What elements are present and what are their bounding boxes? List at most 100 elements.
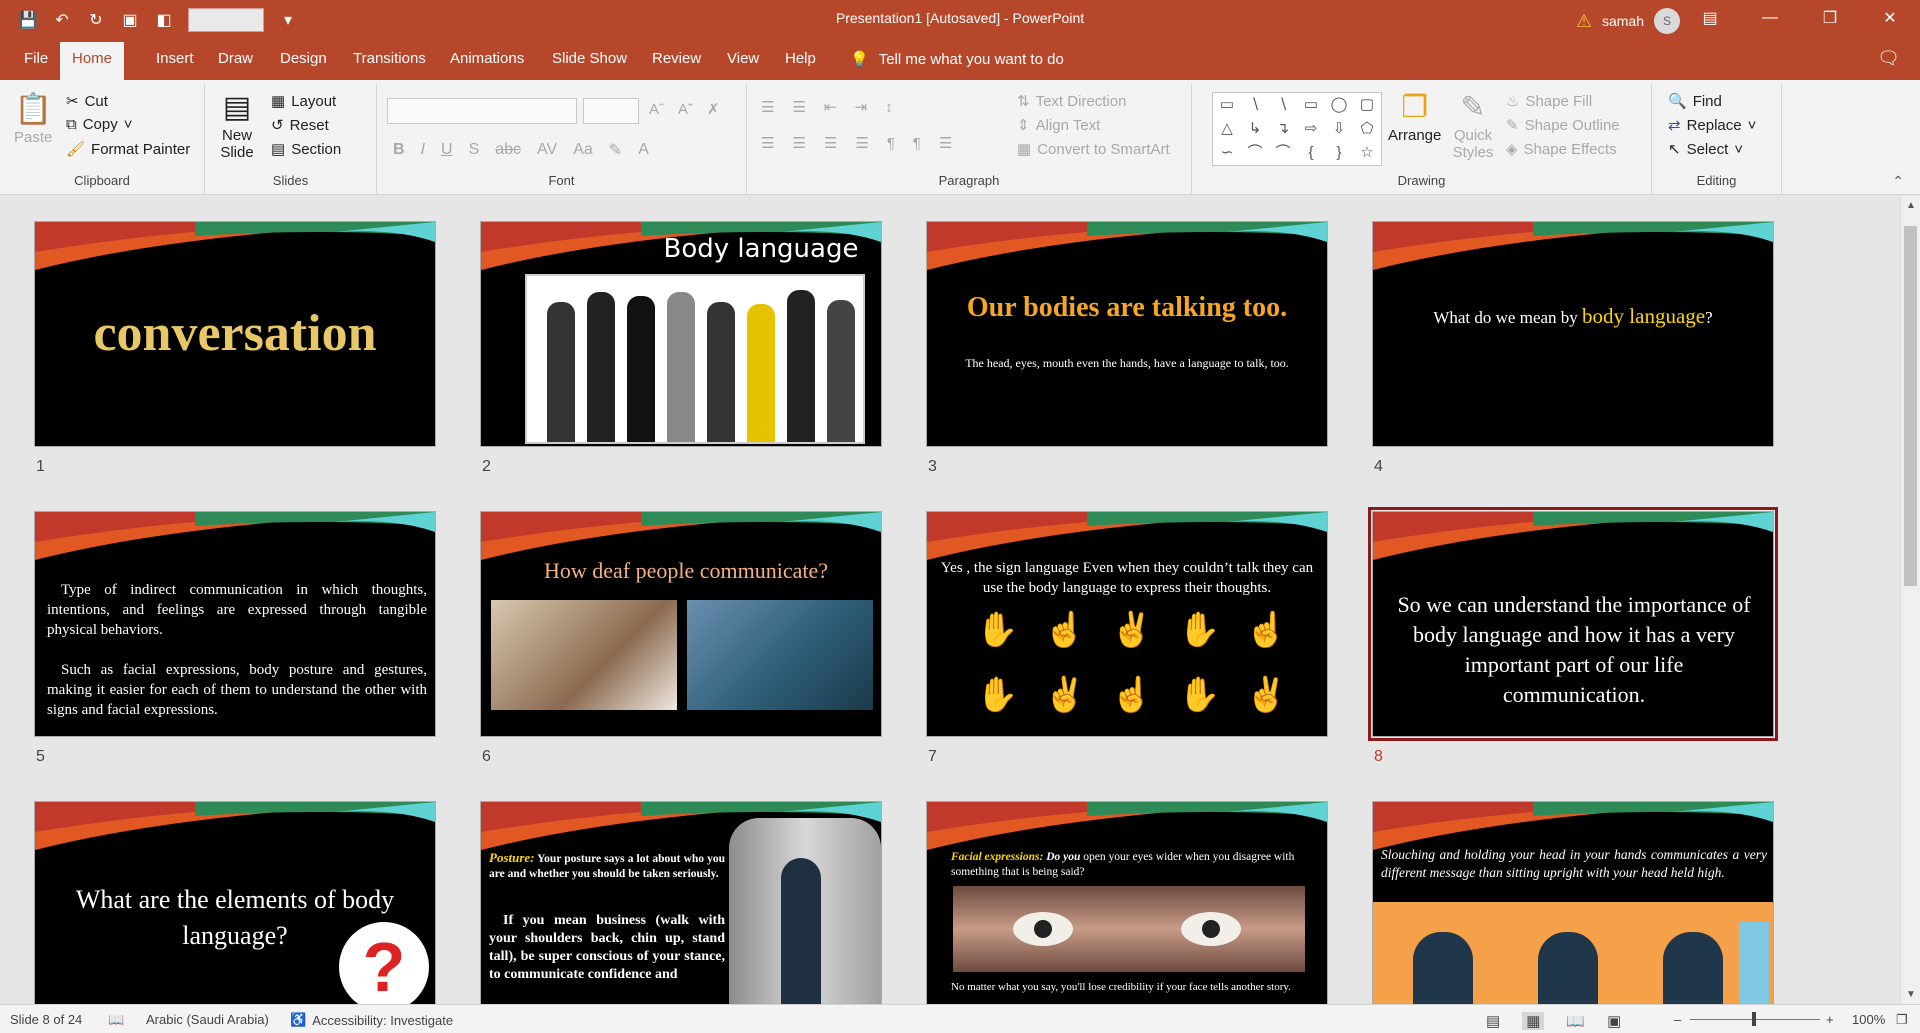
text-direction-button[interactable]: ⇅ Text Direction: [1017, 92, 1126, 111]
tab-help[interactable]: Help: [785, 50, 816, 67]
justify-icon[interactable]: ☰: [855, 134, 868, 152]
triangle-shape-icon[interactable]: △: [1213, 117, 1241, 141]
close-icon[interactable]: ✕: [1860, 0, 1920, 36]
columns-icon[interactable]: ☰: [939, 134, 952, 152]
textbox-shape-icon[interactable]: ▭: [1213, 93, 1241, 117]
tab-file[interactable]: File: [24, 50, 48, 67]
slide-thumbnail-6[interactable]: How deaf people communicate?: [480, 511, 882, 737]
tab-transitions[interactable]: Transitions: [353, 50, 426, 67]
slide-thumbnail-11[interactable]: Facial expressions: Do you open your eye…: [926, 801, 1328, 1004]
bullets-icon[interactable]: ☰: [761, 98, 774, 116]
comments-icon[interactable]: 🗨: [1877, 48, 1900, 69]
layout-button[interactable]: ▦ Layout: [271, 92, 336, 111]
tab-design[interactable]: Design: [280, 50, 327, 67]
arrange-button[interactable]: ❐ Arrange: [1388, 90, 1441, 144]
arrow-right-shape-icon[interactable]: ⇨: [1297, 117, 1325, 141]
arrow-down-shape-icon[interactable]: ⇩: [1325, 117, 1353, 141]
scroll-down-icon[interactable]: ▼: [1901, 989, 1920, 1000]
slideshow-view-icon[interactable]: ▣: [1607, 1012, 1621, 1030]
pentagon-shape-icon[interactable]: ⬠: [1353, 117, 1381, 141]
replace-button[interactable]: ⇄ Replace ˅: [1668, 116, 1756, 135]
arc-shape-icon[interactable]: ⌒: [1241, 141, 1269, 165]
tab-review[interactable]: Review: [652, 50, 701, 67]
tell-me-box[interactable]: 💡 Tell me what you want to do: [850, 50, 1064, 69]
copy-button[interactable]: ⧉ Copy ˅: [66, 116, 133, 133]
find-button[interactable]: 🔍 Find: [1668, 92, 1722, 111]
increase-indent-icon[interactable]: ⇥: [854, 98, 867, 116]
connector-shape-icon[interactable]: ↳: [1241, 117, 1269, 141]
fit-to-window-icon[interactable]: ❐: [1896, 1012, 1908, 1028]
collapse-ribbon-icon[interactable]: ⌃: [1892, 173, 1904, 190]
convert-smartart-button[interactable]: ▦ Convert to SmartArt: [1017, 140, 1170, 159]
align-right-icon[interactable]: ☰: [824, 134, 837, 152]
line-spacing-icon[interactable]: ↕: [885, 99, 893, 116]
char-spacing-icon[interactable]: AV: [537, 141, 557, 159]
slide-thumbnail-10[interactable]: Posture: Your posture says a lot about w…: [480, 801, 882, 1004]
ltr-icon[interactable]: ¶: [887, 135, 895, 152]
warning-icon[interactable]: ⚠: [1576, 11, 1592, 32]
decrease-indent-icon[interactable]: ⇤: [824, 98, 837, 116]
slide-thumbnail-7[interactable]: Yes , the sign language Even when they c…: [926, 511, 1328, 737]
slide-thumbnail-3[interactable]: Our bodies are talking too. The head, ey…: [926, 221, 1328, 447]
italic-icon[interactable]: I: [421, 141, 425, 159]
align-left-icon[interactable]: ☰: [761, 134, 774, 152]
line-shape-icon[interactable]: ∖: [1241, 93, 1269, 117]
vertical-scrollbar[interactable]: ▲ ▼: [1900, 196, 1920, 1004]
align-text-button[interactable]: ⇕ Align Text: [1017, 116, 1100, 135]
minimize-icon[interactable]: —: [1740, 0, 1800, 36]
reading-view-icon[interactable]: 📖: [1566, 1012, 1585, 1030]
shape-effects-button[interactable]: ◈ Shape Effects: [1506, 140, 1617, 159]
arc-shape-icon[interactable]: ⌒: [1269, 141, 1297, 165]
ribbon-display-icon[interactable]: ▤: [1680, 0, 1740, 36]
tab-view[interactable]: View: [727, 50, 759, 67]
format-painter-button[interactable]: 🖌 Format Painter: [66, 140, 190, 159]
spell-check-icon[interactable]: 📖: [108, 1012, 124, 1028]
shape-outline-button[interactable]: ✎ Shape Outline: [1506, 116, 1620, 135]
slide-thumbnail-8[interactable]: So we can understand the importance of b…: [1368, 507, 1778, 741]
font-name-combo[interactable]: [387, 98, 577, 124]
clear-format-icon[interactable]: ✗: [707, 100, 720, 118]
shrink-font-icon[interactable]: Aˇ: [678, 101, 693, 118]
rectangle-shape-icon[interactable]: ▭: [1297, 93, 1325, 117]
undo-icon[interactable]: ↶: [52, 10, 72, 30]
shadow-icon[interactable]: S: [469, 141, 480, 159]
font-color-icon[interactable]: A: [638, 141, 649, 159]
zoom-out-icon[interactable]: –: [1674, 1012, 1681, 1027]
select-button[interactable]: ↖ Select ˅: [1668, 140, 1743, 159]
save-icon[interactable]: 💾: [18, 10, 38, 30]
avatar[interactable]: S: [1654, 8, 1680, 34]
shapes-gallery[interactable]: ▭ ∖ ∖ ▭ ◯ ▢ △ ↳ ↴ ⇨ ⇩ ⬠ ∽ ⌒ ⌒{} ☆: [1212, 92, 1382, 166]
curve-shape-icon[interactable]: ∽: [1213, 141, 1241, 165]
paste-button[interactable]: 📋 Paste: [14, 92, 52, 146]
highlight-icon[interactable]: ✎: [609, 140, 622, 160]
strikethrough-icon[interactable]: abc: [495, 141, 521, 159]
redo-icon[interactable]: ↻: [86, 10, 106, 30]
tab-home[interactable]: Home: [60, 42, 125, 80]
new-slide-button[interactable]: ▤ New Slide: [217, 90, 257, 161]
normal-view-icon[interactable]: ▤: [1486, 1012, 1500, 1030]
connector-shape-icon[interactable]: ↴: [1269, 117, 1297, 141]
grow-font-icon[interactable]: Aˆ: [649, 101, 664, 118]
numbering-icon[interactable]: ☰: [792, 98, 805, 116]
slide-thumbnail-4[interactable]: What do we mean by body language?: [1372, 221, 1774, 447]
rounded-rect-shape-icon[interactable]: ▢: [1353, 93, 1381, 117]
scroll-up-icon[interactable]: ▲: [1901, 200, 1920, 211]
slide-sorter-view-icon[interactable]: ▦: [1522, 1012, 1545, 1030]
tab-draw[interactable]: Draw: [218, 50, 253, 67]
zoom-slider-knob[interactable]: [1752, 1012, 1756, 1026]
accessibility-button[interactable]: ♿ Accessibility: Investigate: [290, 1012, 453, 1028]
customize-qat-icon[interactable]: ▾: [278, 10, 298, 30]
align-center-icon[interactable]: ☰: [792, 134, 805, 152]
change-case-icon[interactable]: Aa: [573, 141, 593, 159]
slide-thumbnail-9[interactable]: What are the elements of body language? …: [34, 801, 436, 1004]
cut-button[interactable]: ✂ Cut: [66, 92, 108, 111]
scroll-thumb[interactable]: [1904, 226, 1917, 586]
language-indicator[interactable]: Arabic (Saudi Arabia): [146, 1012, 269, 1027]
font-size-box[interactable]: [188, 8, 264, 32]
restore-icon[interactable]: ❐: [1800, 0, 1860, 36]
zoom-level[interactable]: 100%: [1852, 1012, 1885, 1027]
slide-thumbnail-2[interactable]: Body language: [480, 221, 882, 447]
font-size-combo[interactable]: [583, 98, 639, 124]
quick-styles-button[interactable]: ✎ Quick Styles: [1448, 90, 1498, 161]
line-shape-icon[interactable]: ∖: [1269, 93, 1297, 117]
